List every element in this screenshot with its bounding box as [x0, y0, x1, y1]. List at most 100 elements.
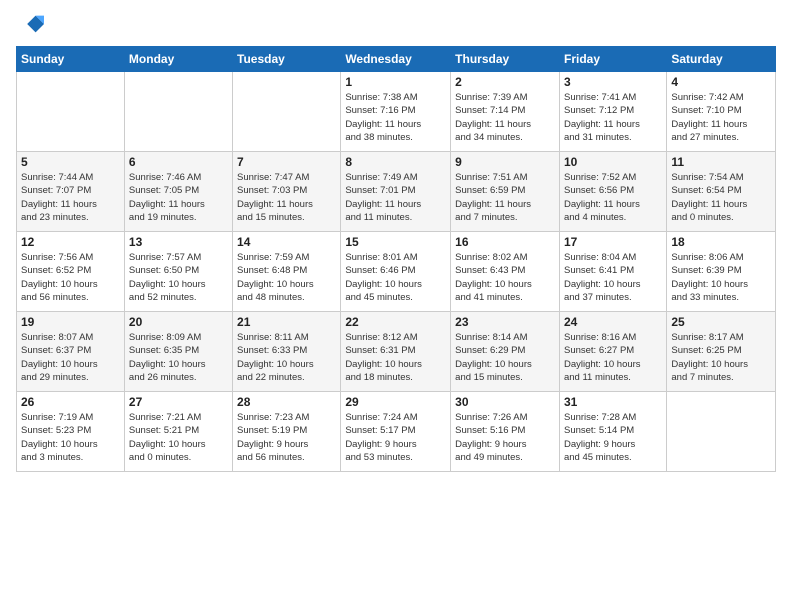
- day-number: 31: [564, 395, 662, 409]
- calendar-day-6: 6Sunrise: 7:46 AMSunset: 7:05 PMDaylight…: [124, 152, 232, 232]
- calendar-day-10: 10 Sunrise: 7:52 AMSunset: 6:56 PMDayligh…: [559, 152, 666, 232]
- day-number: 17: [564, 235, 662, 249]
- calendar-day-8: 8 Sunrise: 7:49 AMSunset: 7:01 PMDaylight…: [341, 152, 451, 232]
- logo: [16, 10, 48, 38]
- day-info: Sunrise: 8:16 AMSunset: 6:27 PMDaylight:…: [564, 331, 662, 384]
- calendar-week-2: 5 Sunrise: 7:44 AMSunset: 7:07 PMDaylight…: [17, 152, 776, 232]
- calendar-day-23: 23Sunrise: 8:14 AMSunset: 6:29 PMDayligh…: [451, 312, 560, 392]
- calendar-day-9: 9 Sunrise: 7:51 AMSunset: 6:59 PMDaylight…: [451, 152, 560, 232]
- day-number: 26: [21, 395, 120, 409]
- calendar-day-15: 15 Sunrise: 8:01 AMSunset: 6:46 PMDayligh…: [341, 232, 451, 312]
- day-info: Sunrise: 8:12 AMSunset: 6:31 PMDaylight:…: [345, 331, 446, 384]
- day-info: Sunrise: 7:42 AMSunset: 7:10 PMDaylight:…: [671, 91, 771, 144]
- day-number: 16: [455, 235, 555, 249]
- day-info: Sunrise: 8:06 AMSunset: 6:39 PMDaylight:…: [671, 251, 771, 304]
- day-info: Sunrise: 7:19 AMSunset: 5:23 PMDaylight:…: [21, 411, 120, 464]
- day-number: 23: [455, 315, 555, 329]
- calendar-day-14: 14 Sunrise: 7:59 AMSunset: 6:48 PMDayligh…: [233, 232, 341, 312]
- day-info: Sunrise: 7:51 AMSunset: 6:59 PMDaylight:…: [455, 171, 555, 224]
- day-number: 7: [237, 155, 336, 169]
- calendar-day-20: 20 Sunrise: 8:09 AMSunset: 6:35 PMDayligh…: [124, 312, 232, 392]
- calendar-week-4: 19 Sunrise: 8:07 AMSunset: 6:37 PMDayligh…: [17, 312, 776, 392]
- day-info: Sunrise: 7:47 AMSunset: 7:03 PMDaylight:…: [237, 171, 336, 224]
- day-number: 22: [345, 315, 446, 329]
- calendar-day-26: 26 Sunrise: 7:19 AMSunset: 5:23 PMDayligh…: [17, 392, 125, 472]
- day-info: Sunrise: 7:28 AMSunset: 5:14 PMDaylight:…: [564, 411, 662, 464]
- day-info: Sunrise: 7:26 AMSunset: 5:16 PMDaylight:…: [455, 411, 555, 464]
- day-number: 8: [345, 155, 446, 169]
- day-info: Sunrise: 7:38 AMSunset: 7:16 PMDaylight:…: [345, 91, 446, 144]
- calendar-day-1: 1 Sunrise: 7:38 AMSunset: 7:16 PMDaylight…: [341, 72, 451, 152]
- day-info: Sunrise: 7:49 AMSunset: 7:01 PMDaylight:…: [345, 171, 446, 224]
- day-info: Sunrise: 7:39 AMSunset: 7:14 PMDaylight:…: [455, 91, 555, 144]
- day-info: Sunrise: 7:54 AMSunset: 6:54 PMDaylight:…: [671, 171, 771, 224]
- day-number: 2: [455, 75, 555, 89]
- day-number: 29: [345, 395, 446, 409]
- day-header-friday: Friday: [559, 47, 666, 72]
- empty-cell: [233, 72, 341, 152]
- calendar-day-22: 22 Sunrise: 8:12 AMSunset: 6:31 PMDayligh…: [341, 312, 451, 392]
- day-number: 10: [564, 155, 662, 169]
- calendar-day-2: 2 Sunrise: 7:39 AMSunset: 7:14 PMDaylight…: [451, 72, 560, 152]
- calendar-day-12: 12Sunrise: 7:56 AMSunset: 6:52 PMDayligh…: [17, 232, 125, 312]
- day-info: Sunrise: 7:56 AMSunset: 6:52 PMDaylight:…: [21, 251, 120, 304]
- day-header-monday: Monday: [124, 47, 232, 72]
- day-info: Sunrise: 7:57 AMSunset: 6:50 PMDaylight:…: [129, 251, 228, 304]
- day-number: 20: [129, 315, 228, 329]
- day-number: 19: [21, 315, 120, 329]
- calendar-day-11: 11Sunrise: 7:54 AMSunset: 6:54 PMDayligh…: [667, 152, 776, 232]
- day-header-wednesday: Wednesday: [341, 47, 451, 72]
- calendar-header-row: SundayMondayTuesdayWednesdayThursdayFrid…: [17, 47, 776, 72]
- day-header-thursday: Thursday: [451, 47, 560, 72]
- day-number: 14: [237, 235, 336, 249]
- day-number: 3: [564, 75, 662, 89]
- calendar-day-16: 16 Sunrise: 8:02 AMSunset: 6:43 PMDayligh…: [451, 232, 560, 312]
- day-header-saturday: Saturday: [667, 47, 776, 72]
- day-number: 6: [129, 155, 228, 169]
- day-info: Sunrise: 8:17 AMSunset: 6:25 PMDaylight:…: [671, 331, 771, 384]
- empty-cell: [124, 72, 232, 152]
- calendar-week-1: 1 Sunrise: 7:38 AMSunset: 7:16 PMDaylight…: [17, 72, 776, 152]
- calendar-day-7: 7 Sunrise: 7:47 AMSunset: 7:03 PMDaylight…: [233, 152, 341, 232]
- day-number: 4: [671, 75, 771, 89]
- day-number: 25: [671, 315, 771, 329]
- calendar-day-24: 24 Sunrise: 8:16 AMSunset: 6:27 PMDayligh…: [559, 312, 666, 392]
- day-info: Sunrise: 8:07 AMSunset: 6:37 PMDaylight:…: [21, 331, 120, 384]
- calendar-day-31: 31 Sunrise: 7:28 AMSunset: 5:14 PMDayligh…: [559, 392, 666, 472]
- empty-cell: [17, 72, 125, 152]
- day-info: Sunrise: 7:59 AMSunset: 6:48 PMDaylight:…: [237, 251, 336, 304]
- day-number: 9: [455, 155, 555, 169]
- day-info: Sunrise: 8:09 AMSunset: 6:35 PMDaylight:…: [129, 331, 228, 384]
- day-number: 15: [345, 235, 446, 249]
- day-info: Sunrise: 8:11 AMSunset: 6:33 PMDaylight:…: [237, 331, 336, 384]
- day-info: Sunrise: 8:02 AMSunset: 6:43 PMDaylight:…: [455, 251, 555, 304]
- day-number: 24: [564, 315, 662, 329]
- calendar-day-19: 19 Sunrise: 8:07 AMSunset: 6:37 PMDayligh…: [17, 312, 125, 392]
- day-info: Sunrise: 7:21 AMSunset: 5:21 PMDaylight:…: [129, 411, 228, 464]
- day-info: Sunrise: 7:23 AMSunset: 5:19 PMDaylight:…: [237, 411, 336, 464]
- header: [16, 10, 776, 38]
- day-number: 28: [237, 395, 336, 409]
- day-number: 1: [345, 75, 446, 89]
- calendar-day-13: 13 Sunrise: 7:57 AMSunset: 6:50 PMDayligh…: [124, 232, 232, 312]
- logo-icon: [16, 10, 44, 38]
- day-number: 18: [671, 235, 771, 249]
- empty-cell: [667, 392, 776, 472]
- day-header-tuesday: Tuesday: [233, 47, 341, 72]
- day-info: Sunrise: 7:52 AMSunset: 6:56 PMDaylight:…: [564, 171, 662, 224]
- calendar-day-4: 4 Sunrise: 7:42 AMSunset: 7:10 PMDaylight…: [667, 72, 776, 152]
- day-number: 30: [455, 395, 555, 409]
- day-number: 5: [21, 155, 120, 169]
- calendar-day-3: 3Sunrise: 7:41 AMSunset: 7:12 PMDaylight…: [559, 72, 666, 152]
- day-number: 13: [129, 235, 228, 249]
- calendar-day-5: 5 Sunrise: 7:44 AMSunset: 7:07 PMDaylight…: [17, 152, 125, 232]
- page: SundayMondayTuesdayWednesdayThursdayFrid…: [0, 0, 792, 612]
- calendar-day-28: 28 Sunrise: 7:23 AMSunset: 5:19 PMDayligh…: [233, 392, 341, 472]
- calendar-day-17: 17Sunrise: 8:04 AMSunset: 6:41 PMDayligh…: [559, 232, 666, 312]
- day-info: Sunrise: 8:01 AMSunset: 6:46 PMDaylight:…: [345, 251, 446, 304]
- day-header-sunday: Sunday: [17, 47, 125, 72]
- calendar-day-30: 30 Sunrise: 7:26 AMSunset: 5:16 PMDayligh…: [451, 392, 560, 472]
- calendar-day-29: 29Sunrise: 7:24 AMSunset: 5:17 PMDayligh…: [341, 392, 451, 472]
- day-info: Sunrise: 7:44 AMSunset: 7:07 PMDaylight:…: [21, 171, 120, 224]
- calendar-day-21: 21Sunrise: 8:11 AMSunset: 6:33 PMDayligh…: [233, 312, 341, 392]
